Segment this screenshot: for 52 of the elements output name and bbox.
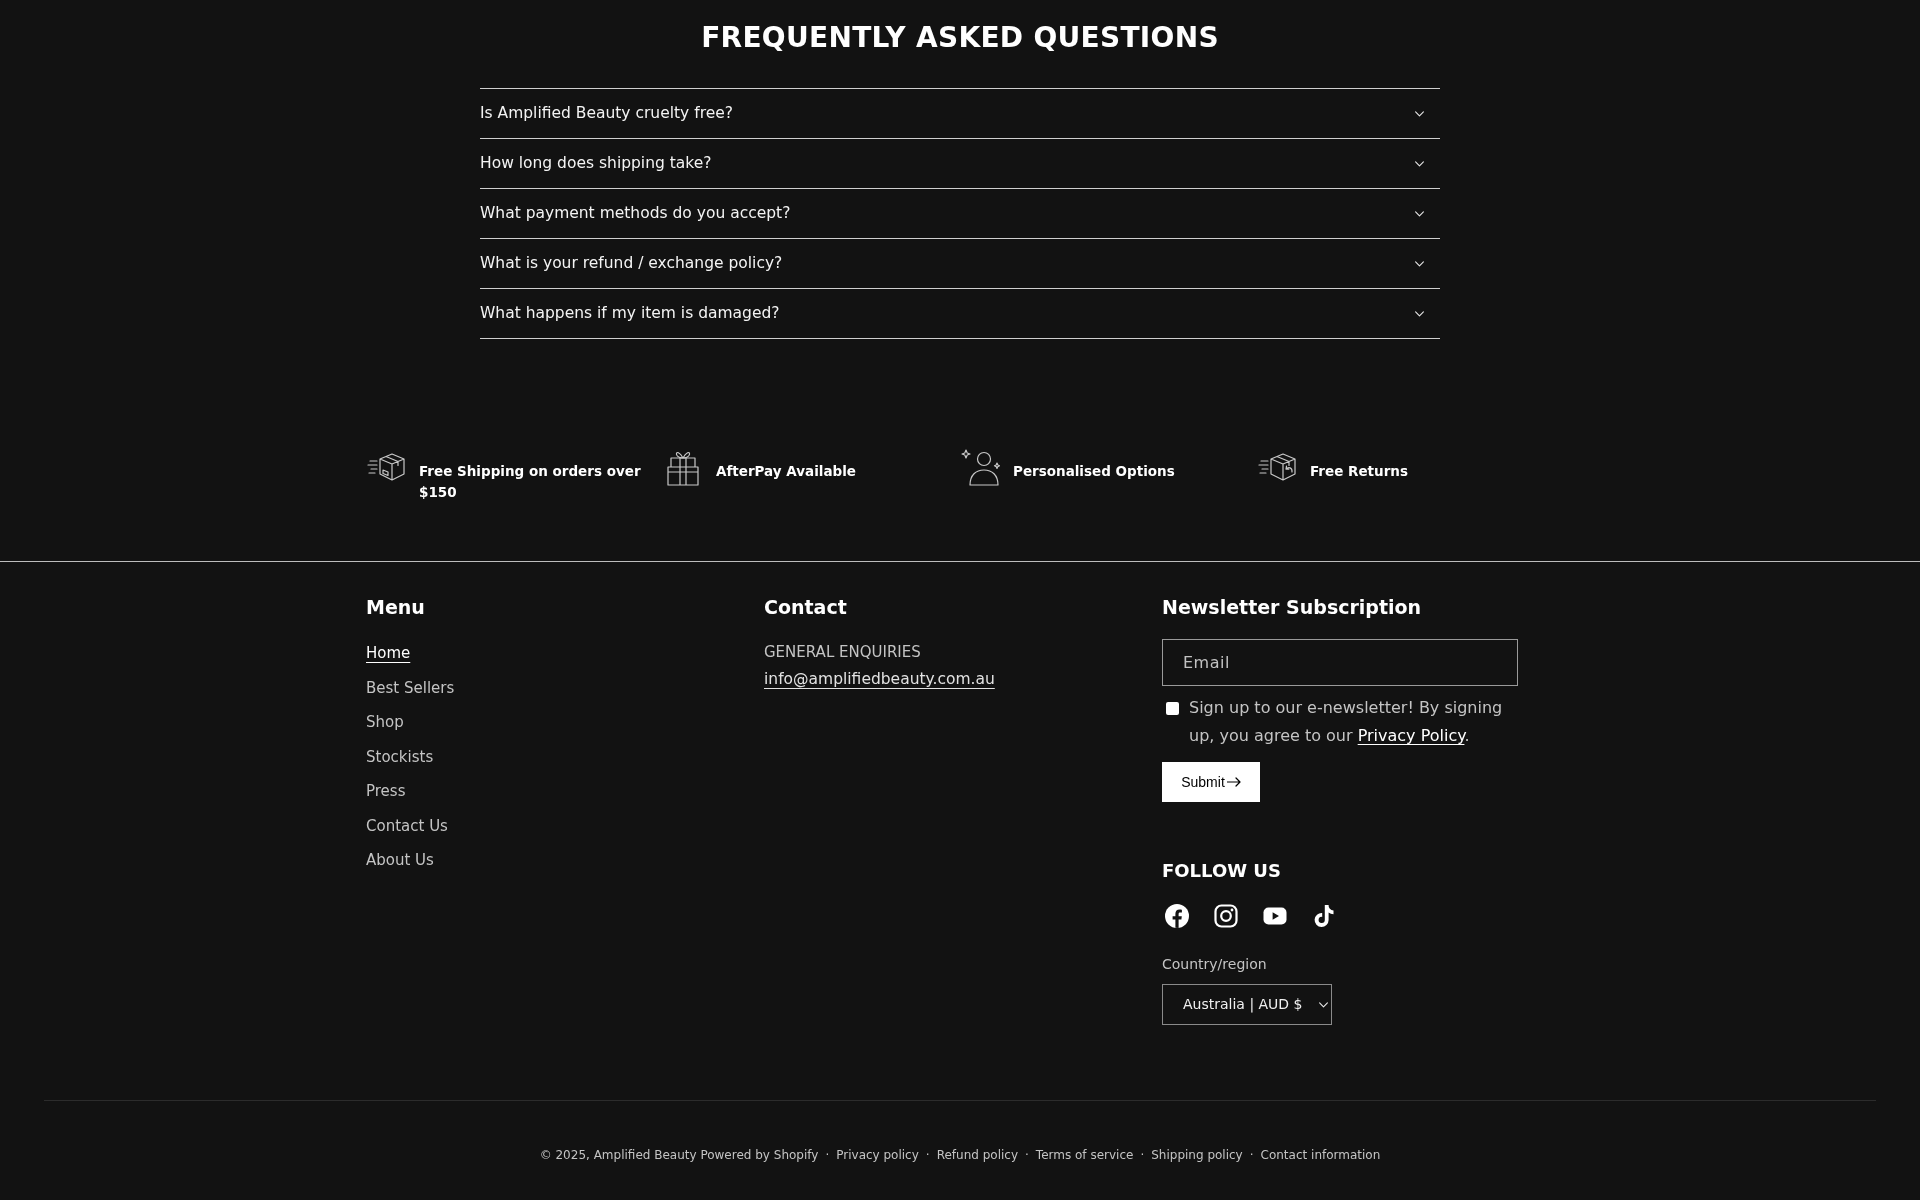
country-label: Country/region [1162, 955, 1267, 974]
menu-link[interactable]: Shop [366, 712, 404, 733]
person-sparkle-icon [960, 448, 1000, 486]
tiktok-icon[interactable] [1312, 904, 1336, 928]
feature-label: AfterPay Available [716, 462, 856, 481]
contact-label: GENERAL ENQUIRIES [764, 642, 921, 663]
consent-text: Sign up to our e-newsletter! By signing up, you agree to our Privacy Policy. [1189, 697, 1504, 747]
facebook-icon[interactable] [1165, 904, 1189, 928]
column-heading: Newsletter Subscription [1162, 595, 1422, 620]
menu-link[interactable]: About Us [366, 850, 434, 871]
separator: · [1140, 1147, 1145, 1164]
faq-question[interactable]: How long does shipping take? [480, 138, 1440, 188]
consent-checkbox[interactable] [1166, 702, 1179, 715]
chevron-down-icon [1415, 210, 1424, 217]
column-heading: Menu [366, 595, 425, 620]
chevron-down-icon [1415, 310, 1424, 317]
faq-question[interactable]: What payment methods do you accept? [480, 188, 1440, 238]
menu-link[interactable]: Stockists [366, 746, 434, 767]
menu-link[interactable]: Contact Us [366, 815, 448, 836]
separator: · [1249, 1147, 1254, 1164]
faq-question[interactable]: What is your refund / exchange policy? [480, 238, 1440, 288]
section-title: FREQUENTLY ASKED QUESTIONS [700, 20, 1220, 56]
separator: · [925, 1147, 930, 1164]
policy-link[interactable]: Refund policy [936, 1146, 1019, 1164]
privacy-policy-link[interactable]: Privacy Policy [1357, 726, 1465, 745]
feature-label: Free Returns [1310, 462, 1408, 481]
email-field[interactable]: Email [1162, 639, 1518, 686]
separator: · [825, 1147, 830, 1164]
chevron-down-icon [1318, 1001, 1328, 1008]
policy-link[interactable]: Terms of service [1035, 1146, 1134, 1164]
separator: · [1025, 1147, 1029, 1164]
policy-link[interactable]: Shipping policy [1151, 1146, 1243, 1164]
faq-question[interactable]: What happens if my item is damaged? [480, 288, 1440, 338]
feature-label: Free Shipping on orders over $150 [419, 462, 642, 502]
menu-link[interactable]: Best Sellers [366, 677, 455, 698]
column-heading: Contact [764, 595, 847, 620]
instagram-icon[interactable] [1214, 904, 1238, 928]
chevron-down-icon [1415, 160, 1424, 167]
menu-link[interactable]: Press [366, 781, 406, 802]
follow-heading: FOLLOW US [1162, 859, 1281, 883]
feature-label: Personalised Options [1013, 462, 1175, 481]
menu-link[interactable]: Home [366, 643, 411, 664]
faq-question[interactable]: Is Amplified Beauty cruelty free? [480, 88, 1440, 138]
country-select[interactable]: Australia | AUD $ [1162, 984, 1332, 1025]
submit-button[interactable]: Submit [1162, 762, 1260, 802]
arrow-right-icon [1226, 777, 1241, 787]
email-link[interactable]: info@amplifiedbeauty.com.au [764, 666, 995, 693]
policy-link[interactable]: Contact information [1260, 1146, 1381, 1164]
policy-link[interactable]: Privacy policy [836, 1146, 919, 1164]
chevron-down-icon [1415, 110, 1424, 117]
chevron-down-icon [1415, 260, 1424, 267]
copyright-text: © 2025, Amplified Beauty Powered by Shopify [539, 1147, 819, 1164]
